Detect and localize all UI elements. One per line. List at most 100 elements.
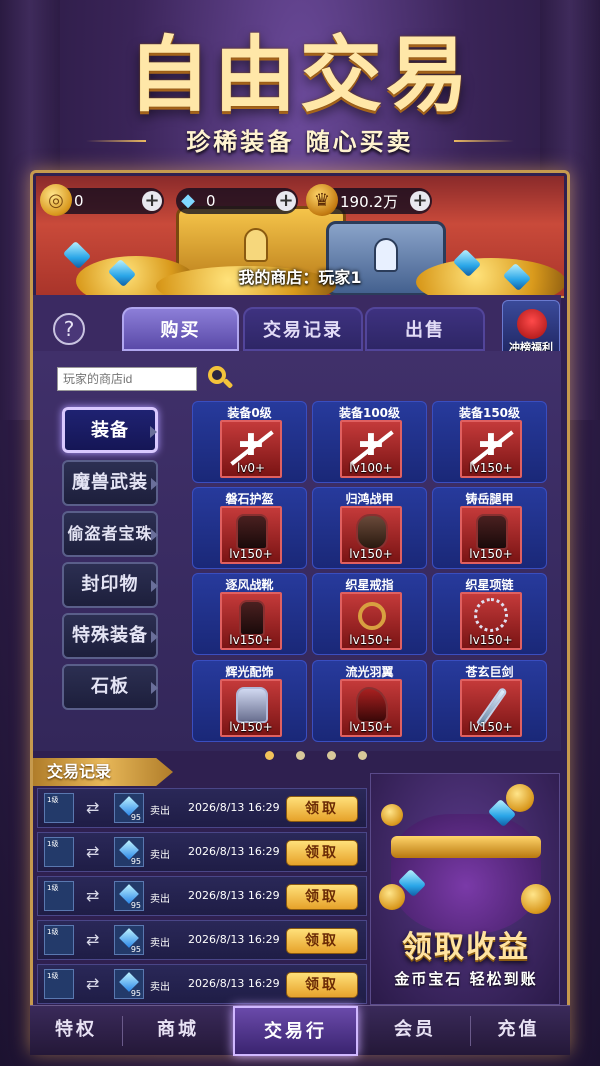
item-level: lv150+	[349, 633, 393, 647]
item-slot: lv150+	[340, 506, 402, 564]
page-indicator	[265, 751, 367, 760]
add-crowns-button[interactable]: +	[410, 191, 430, 211]
category-slate[interactable]: 石板	[62, 664, 158, 710]
trade-record-row: 1级 ⇄ 95 卖出 2026/8/13 16:29 领取	[37, 788, 367, 828]
gem-counter: ◆ 0 +	[176, 188, 298, 214]
item-card[interactable]: 铸岳腿甲 lv150+	[432, 487, 547, 569]
item-card[interactable]: 织星项链 lv150+	[432, 573, 547, 655]
shop-id-search-input[interactable]	[57, 367, 197, 391]
page-dot[interactable]	[265, 751, 274, 760]
exchange-icon: ⇄	[86, 842, 100, 861]
item-card[interactable]: 流光羽翼 lv150+	[312, 660, 427, 742]
item-level: lv150+	[469, 461, 513, 475]
nav-recharge[interactable]: 充值	[471, 1006, 566, 1056]
diamond-icon: ◆	[181, 189, 195, 211]
nav-trading-house[interactable]: 交易行	[233, 1006, 358, 1056]
exchange-icon: ⇄	[86, 974, 100, 993]
item-level: lv150+	[469, 547, 513, 561]
bag-band	[391, 836, 541, 858]
item-card[interactable]: 辉光配饰 lv150+	[192, 660, 307, 742]
traded-item-thumb: 1级	[44, 837, 74, 867]
claim-earnings-promo[interactable]: 领取收益 金币宝石 轻松到账	[370, 773, 560, 1005]
claim-button[interactable]: 领取	[286, 840, 358, 866]
page-dot[interactable]	[358, 751, 367, 760]
gem-amount: 0	[206, 192, 216, 210]
shop-name: 我的商店：玩家1	[238, 268, 362, 287]
trade-action: 卖出	[150, 982, 170, 993]
item-name: 铸岳腿甲	[465, 492, 514, 506]
item-card[interactable]: 装备150级 ✚ lv150+	[432, 401, 547, 483]
category-special-equipment[interactable]: 特殊装备	[62, 613, 158, 659]
tab-sell[interactable]: 出售	[365, 307, 485, 351]
page-dot[interactable]	[296, 751, 305, 760]
add-gems-button[interactable]: +	[276, 191, 296, 211]
rank-rewards-button[interactable]: 冲榜福利	[502, 300, 560, 358]
item-card[interactable]: 装备100级 ✚ lv100+	[312, 401, 427, 483]
trade-time: 2026/8/13 16:29	[188, 933, 280, 946]
wings-icon	[356, 687, 388, 723]
hero-subtitle: 珍稀装备 随心买卖	[86, 120, 453, 159]
item-slot: lv150+	[460, 679, 522, 737]
bottom-nav: 特权 商城 交易行 会员 充值	[30, 1005, 570, 1056]
trade-record-row: 1级 ⇄ 95 卖出 2026/8/13 16:29 领取	[37, 920, 367, 960]
category-thief-orb[interactable]: 偷盗者宝珠	[62, 511, 158, 557]
gem-quantity: 95	[130, 857, 141, 866]
item-level: lv150+	[349, 547, 393, 561]
item-level: lv0+	[236, 461, 266, 475]
traded-item-thumb: 1级	[44, 969, 74, 999]
item-slot: lv150+	[340, 679, 402, 737]
helmet-icon	[236, 514, 268, 550]
item-slot: ✚ lv0+	[220, 420, 282, 478]
nav-mall[interactable]: 商城	[123, 1006, 233, 1056]
boots-icon	[239, 600, 265, 636]
category-seal[interactable]: 封印物	[62, 562, 158, 608]
promo-subtitle: 金币宝石 轻松到账	[394, 970, 538, 988]
trade-time: 2026/8/13 16:29	[188, 977, 280, 990]
item-card[interactable]: 苍玄巨剑 lv150+	[432, 660, 547, 742]
item-level: lv150+	[229, 547, 273, 561]
item-name: 织星项链	[465, 578, 514, 592]
coin-decoration	[381, 804, 403, 826]
tab-trade-records[interactable]: 交易记录	[243, 307, 363, 351]
item-card[interactable]: 装备0级 ✚ lv0+	[192, 401, 307, 483]
item-level: lv150+	[229, 633, 273, 647]
traded-item-thumb: 1级	[44, 881, 74, 911]
crown-counter: ♛ 190.2万 +	[306, 184, 432, 216]
page-dot[interactable]	[327, 751, 336, 760]
coin-amount: 0	[74, 192, 84, 210]
item-card[interactable]: 织星戒指 lv150+	[312, 573, 427, 655]
tab-buy[interactable]: 购买	[122, 307, 239, 351]
item-level: lv150+	[469, 633, 513, 647]
category-beast-armament[interactable]: 魔兽武装	[62, 460, 158, 506]
item-level-tag: 1级	[47, 796, 59, 804]
item-card[interactable]: 归鸿战甲 lv150+	[312, 487, 427, 569]
item-level: lv150+	[469, 720, 513, 734]
add-coins-button[interactable]: +	[142, 191, 162, 211]
item-level-tag: 1级	[47, 928, 59, 936]
claim-button[interactable]: 领取	[286, 884, 358, 910]
accessory-icon	[236, 687, 268, 723]
gem-thumb: 95	[114, 969, 144, 999]
search-icon[interactable]	[206, 364, 234, 392]
item-name: 装备100级	[338, 406, 401, 420]
item-slot: ✚ lv100+	[340, 420, 402, 478]
claim-button[interactable]: 领取	[286, 972, 358, 998]
item-slot: lv150+	[220, 679, 282, 737]
item-card[interactable]: 逐风战靴 lv150+	[192, 573, 307, 655]
trade-record-row: 1级 ⇄ 95 卖出 2026/8/13 16:29 领取	[37, 832, 367, 872]
claim-button[interactable]: 领取	[286, 796, 358, 822]
exchange-icon: ⇄	[86, 798, 100, 817]
item-card[interactable]: 磐石护盔 lv150+	[192, 487, 307, 569]
traded-item-thumb: 1级	[44, 793, 74, 823]
coin-decoration	[521, 884, 551, 914]
trade-time: 2026/8/13 16:29	[188, 845, 280, 858]
nav-privileges[interactable]: 特权	[30, 1006, 122, 1056]
crown-coin-icon: ♛	[306, 184, 338, 216]
item-level: lv150+	[229, 720, 273, 734]
nav-membership[interactable]: 会员	[360, 1006, 470, 1056]
item-slot: lv150+	[220, 506, 282, 564]
category-equipment[interactable]: 装备	[62, 407, 158, 453]
claim-button[interactable]: 领取	[286, 928, 358, 954]
help-icon[interactable]: ?	[53, 313, 85, 345]
item-slot: lv150+	[460, 592, 522, 650]
